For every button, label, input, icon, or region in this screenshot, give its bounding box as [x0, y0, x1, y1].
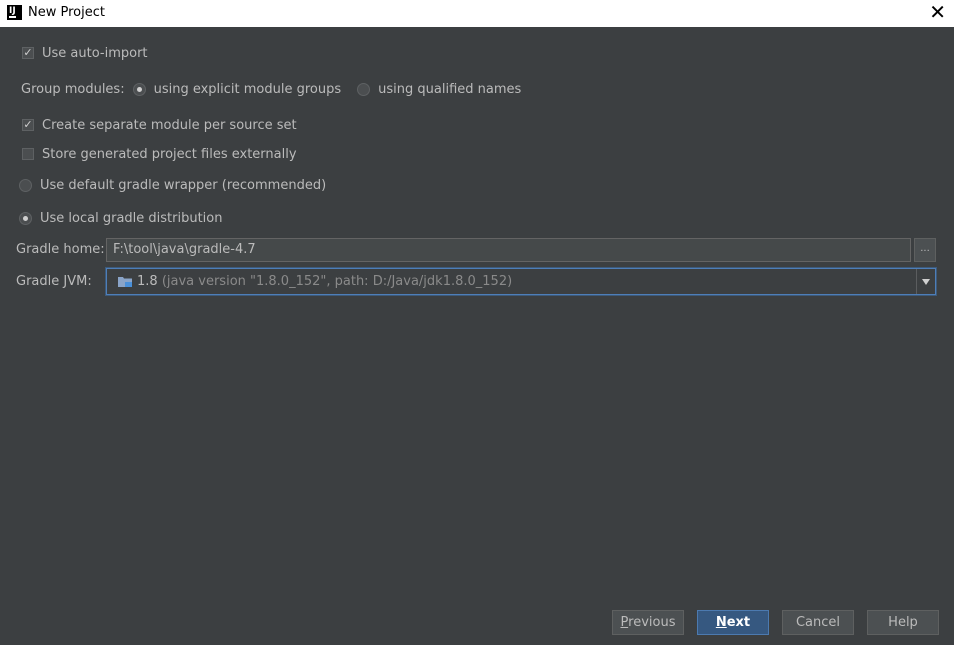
create-separate-module-label: Create separate module per source set	[42, 117, 297, 133]
use-auto-import-label: Use auto-import	[42, 45, 148, 61]
default-wrapper-option[interactable]: Use default gradle wrapper (recommended)	[19, 175, 326, 195]
next-button[interactable]: Next	[697, 610, 769, 635]
title-bar: IJ New Project ✕	[0, 0, 954, 27]
explicit-groups-radio[interactable]	[132, 82, 146, 96]
group-modules-row: Group modules: using explicit module gro…	[21, 79, 521, 99]
qualified-names-label[interactable]: using qualified names	[378, 82, 521, 97]
qualified-names-radio[interactable]	[357, 82, 371, 96]
previous-button[interactable]: Previous	[612, 610, 684, 635]
gradle-home-label: Gradle home:	[16, 242, 105, 257]
use-auto-import-option[interactable]: ✓ Use auto-import	[22, 43, 148, 63]
app-icon-text: IJ	[9, 6, 16, 16]
gradle-jvm-label: Gradle JVM:	[16, 274, 92, 289]
help-button[interactable]: Help	[867, 610, 939, 635]
close-icon[interactable]: ✕	[929, 2, 946, 22]
local-distribution-label: Use local gradle distribution	[40, 210, 223, 226]
chevron-down-icon	[922, 278, 930, 285]
create-separate-module-checkbox[interactable]: ✓	[22, 119, 34, 131]
window-title: New Project	[28, 5, 105, 20]
local-distribution-option[interactable]: Use local gradle distribution	[19, 208, 222, 228]
jvm-version: 1.8	[137, 274, 158, 289]
jdk-folder-icon	[118, 277, 132, 287]
jvm-version-detail: (java version "1.8.0_152", path: D:/Java…	[161, 274, 513, 289]
store-external-label: Store generated project files externally	[42, 146, 297, 162]
store-external-checkbox[interactable]	[22, 148, 34, 160]
store-external-option[interactable]: Store generated project files externally	[22, 144, 297, 164]
gradle-home-input[interactable]: F:\tool\java\gradle-4.7	[106, 238, 911, 262]
default-wrapper-label: Use default gradle wrapper (recommended)	[40, 177, 327, 193]
create-separate-module-option[interactable]: ✓ Create separate module per source set	[22, 115, 297, 135]
group-modules-label: Group modules:	[21, 81, 125, 97]
dropdown-arrow[interactable]	[916, 269, 935, 294]
default-wrapper-radio[interactable]	[19, 178, 32, 192]
gradle-jvm-select[interactable]: 1.8 (java version "1.8.0_152", path: D:/…	[106, 268, 936, 295]
use-auto-import-checkbox[interactable]: ✓	[22, 47, 34, 59]
browse-button[interactable]: ...	[914, 238, 936, 262]
cancel-button[interactable]: Cancel	[782, 610, 854, 635]
intellij-icon: IJ	[7, 5, 22, 20]
local-distribution-radio[interactable]	[19, 211, 32, 225]
explicit-groups-label[interactable]: using explicit module groups	[154, 82, 342, 97]
